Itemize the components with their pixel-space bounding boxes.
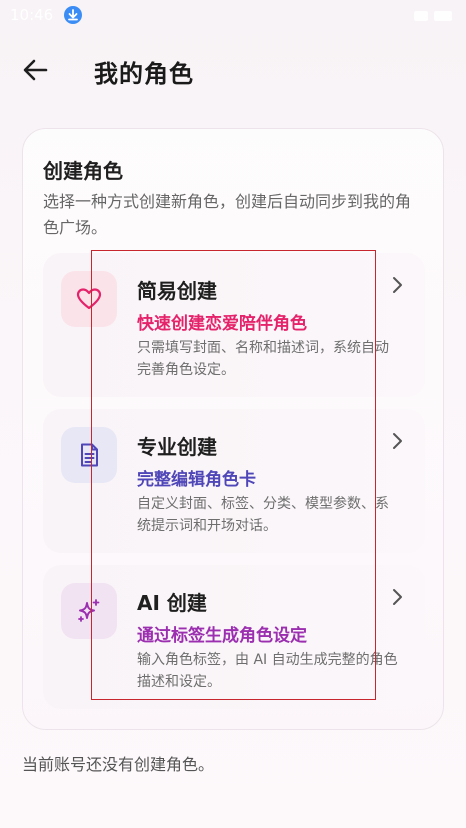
option-description: 输入角色标签，由 AI 自动生成完整的角色描述和设定。 bbox=[137, 652, 398, 690]
option-title: 专业创建 bbox=[137, 435, 217, 459]
status-time: 10:46 bbox=[10, 6, 54, 24]
option-icon-box bbox=[61, 427, 117, 483]
status-icons bbox=[374, 8, 454, 22]
option-description: 只需填写封面、名称和描述词，系统自动完善角色设定。 bbox=[137, 340, 389, 378]
download-icon bbox=[64, 6, 82, 24]
empty-state-note: 当前账号还没有创建角色。 bbox=[22, 755, 215, 774]
status-bar: 10:46 bbox=[0, 0, 466, 30]
option-icon-box bbox=[61, 583, 117, 639]
arrow-left-icon bbox=[23, 59, 48, 81]
page-title: 我的角色 bbox=[94, 60, 194, 88]
option-pro-create[interactable]: 专业创建 完整编辑角色卡 自定义封面、标签、分类、模型参数、系统提示词和开场对话… bbox=[43, 409, 425, 553]
option-title: AI 创建 bbox=[137, 591, 207, 615]
option-subtitle: 完整编辑角色卡 bbox=[137, 470, 256, 490]
sparkle-icon bbox=[78, 599, 100, 622]
back-button[interactable] bbox=[18, 52, 54, 88]
header: 我的角色 bbox=[0, 44, 466, 92]
option-ai-create[interactable]: AI 创建 通过标签生成角色设定 输入角色标签，由 AI 自动生成完整的角色描述… bbox=[43, 565, 425, 709]
heart-icon bbox=[76, 288, 102, 310]
panel-title: 创建角色 bbox=[43, 159, 123, 183]
create-role-panel: 创建角色 选择一种方式创建新角色，创建后自动同步到我的角色广场。 简易创建 快速… bbox=[22, 128, 444, 730]
option-subtitle: 快速创建恋爱陪伴角色 bbox=[137, 314, 307, 334]
option-subtitle: 通过标签生成角色设定 bbox=[137, 626, 307, 646]
panel-description: 选择一种方式创建新角色，创建后自动同步到我的角色广场。 bbox=[43, 192, 412, 237]
document-icon bbox=[81, 443, 98, 467]
option-title: 简易创建 bbox=[137, 279, 217, 303]
chevron-right-icon bbox=[393, 589, 402, 605]
option-icon-box bbox=[61, 271, 117, 327]
chevron-right-icon bbox=[393, 433, 402, 449]
option-simple-create[interactable]: 简易创建 快速创建恋爱陪伴角色 只需填写封面、名称和描述词，系统自动完善角色设定… bbox=[43, 253, 425, 397]
option-description: 自定义封面、标签、分类、模型参数、系统提示词和开场对话。 bbox=[137, 496, 389, 534]
chevron-right-icon bbox=[393, 277, 402, 293]
